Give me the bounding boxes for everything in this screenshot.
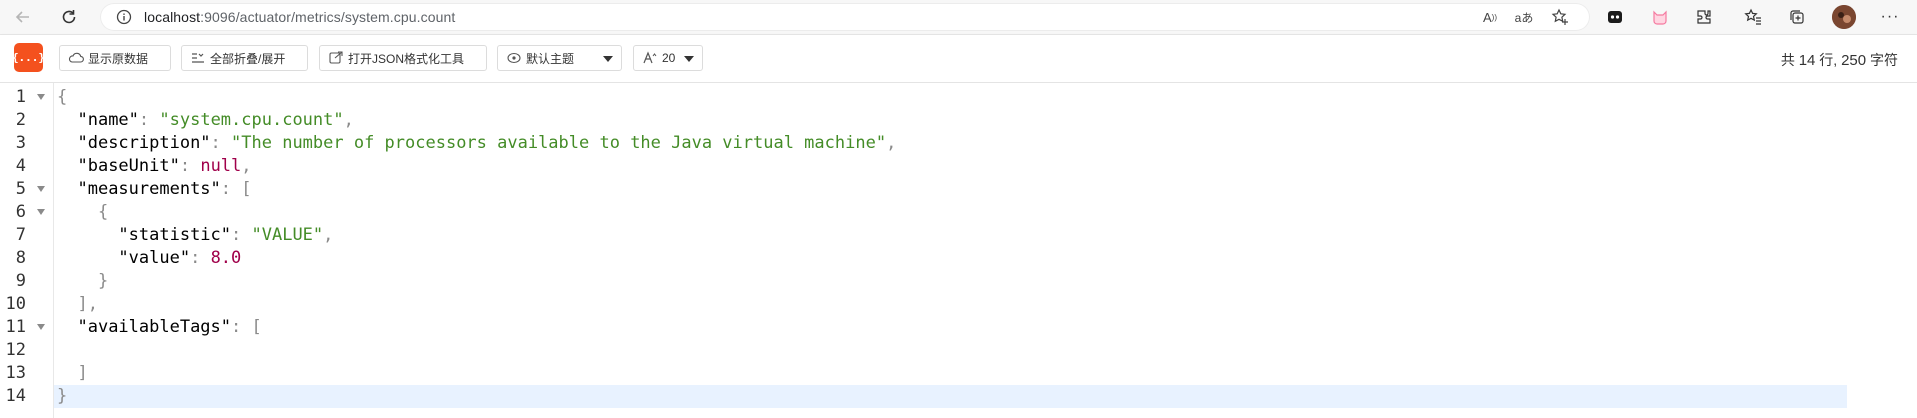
brace-close: } (97, 271, 109, 291)
code-line: 1 { (0, 86, 1917, 109)
code-line: 7 "statistic": "VALUE", (0, 224, 1917, 247)
line-number: 2 (15, 110, 26, 130)
json-key: "availableTags" (77, 317, 232, 337)
json-editor[interactable]: 1 { 2 "name": "system.cpu.count", 3 "des… (0, 83, 1917, 418)
fold-toggle-icon[interactable] (37, 94, 45, 100)
json-key: "measurements" (77, 179, 221, 199)
font-size-label: 20 (662, 51, 676, 65)
code-line: 8 "value": 8.0 (0, 247, 1917, 270)
theme-icon (507, 52, 521, 64)
extension-app-icon[interactable] (1605, 7, 1625, 27)
fold-all-label: 全部折叠/展开 (210, 51, 286, 66)
code-line: 13 ] (0, 362, 1917, 385)
line-number: 14 (5, 386, 26, 406)
extension-cat-icon[interactable] (1650, 7, 1670, 27)
browser-toolbar: localhost:9096/actuator/metrics/system.c… (0, 0, 1917, 35)
line-number: 1 (15, 87, 26, 107)
reload-icon (62, 10, 76, 24)
open-json-tool-label: 打开JSON格式化工具 (348, 51, 465, 66)
external-open-icon (329, 51, 343, 64)
active-line-highlight (54, 385, 1847, 408)
code-line: 10 ], (0, 293, 1917, 316)
url-text[interactable]: localhost:9096/actuator/metrics/system.c… (144, 9, 455, 25)
translate-icon[interactable]: aあ (1514, 8, 1534, 26)
fold-toggle-icon[interactable] (37, 186, 45, 192)
line-number: 8 (15, 248, 26, 268)
back-button[interactable] (9, 3, 37, 31)
bracket-open: [ (251, 317, 262, 337)
json-string-value: "VALUE" (251, 225, 324, 245)
code-line: 11 "availableTags": [ (0, 316, 1917, 339)
bracket-close: ] (77, 363, 88, 383)
open-json-tool-button[interactable]: 打开JSON格式化工具 (319, 45, 487, 71)
stats-char-count: 250 (1841, 52, 1867, 69)
line-number: 3 (15, 133, 26, 153)
cloud-icon (68, 52, 84, 63)
json-string-value: "The number of processors available to t… (231, 133, 887, 153)
reload-button[interactable] (55, 3, 83, 31)
line-number: 10 (5, 294, 26, 314)
font-size-select[interactable]: 20 (633, 45, 703, 71)
chevron-down-icon (684, 56, 694, 62)
info-icon[interactable] (116, 9, 132, 25)
json-null-value: null (200, 156, 242, 176)
line-number: 6 (15, 202, 26, 222)
bracket-open: [ (241, 179, 252, 199)
fold-all-button[interactable]: 全部折叠/展开 (181, 45, 308, 71)
extensions-icon[interactable] (1694, 7, 1714, 27)
url-path: :9096/actuator/metrics/system.cpu.count (200, 9, 456, 25)
json-key: "name" (77, 110, 139, 130)
bracket-close: ], (77, 294, 98, 314)
favorite-add-icon[interactable] (1550, 8, 1570, 26)
line-number: 4 (15, 156, 26, 176)
stats-line-count: 14 (1798, 52, 1816, 69)
line-number: 5 (15, 179, 26, 199)
arrow-left-icon (15, 11, 29, 23)
line-number: 9 (15, 271, 26, 291)
json-viewer-toolbar: {...} 显示原数据 全部折叠/展开 打开JSON格式化工具 默认主题 20 … (0, 35, 1917, 83)
stats-prefix: 共 (1780, 52, 1795, 68)
code-line-active: 14 } (0, 385, 1917, 408)
json-key: "statistic" (118, 225, 232, 245)
code-line: 9 } (0, 270, 1917, 293)
fold-toggle-icon[interactable] (37, 209, 45, 215)
theme-select[interactable]: 默认主题 (497, 45, 622, 71)
show-raw-button[interactable]: 显示原数据 (59, 45, 171, 71)
code-line: 6 { (0, 201, 1917, 224)
more-menu-icon[interactable]: ··· (1880, 7, 1900, 27)
address-bar[interactable]: localhost:9096/actuator/metrics/system.c… (100, 3, 1590, 31)
collections-icon[interactable] (1787, 7, 1807, 27)
brace-open: { (97, 202, 109, 222)
fold-toggle-icon[interactable] (37, 324, 45, 330)
json-string-value: "system.cpu.count" (159, 110, 344, 130)
json-key: "value" (118, 248, 191, 268)
url-host: localhost (144, 9, 201, 25)
document-stats: 共 14 行, 250 字符 (1781, 50, 1898, 70)
json-key: "description" (77, 133, 211, 153)
show-raw-label: 显示原数据 (88, 51, 149, 66)
line-number: 13 (5, 363, 26, 383)
line-number: 12 (5, 340, 26, 360)
chevron-down-icon (603, 56, 613, 62)
json-key: "baseUnit" (77, 156, 180, 176)
fold-icon (192, 53, 204, 63)
code-line: 4 "baseUnit": null, (0, 155, 1917, 178)
stats-lines-unit: 行, (1819, 52, 1838, 68)
line-number: 7 (15, 225, 26, 245)
brace-close: } (57, 386, 68, 406)
app-logo[interactable]: {...} (12, 43, 45, 72)
font-size-icon (643, 51, 657, 64)
code-line: 5 "measurements": [ (0, 178, 1917, 201)
brace-open: { (57, 87, 68, 107)
json-number-value: 8.0 (210, 248, 242, 268)
stats-chars-unit: 字符 (1870, 52, 1898, 68)
code-line: 12 (0, 339, 1917, 362)
avatar[interactable] (1832, 5, 1856, 29)
code-line: 2 "name": "system.cpu.count", (0, 109, 1917, 132)
read-aloud-icon[interactable]: A)) (1480, 8, 1500, 26)
code-line: 3 "description": "The number of processo… (0, 132, 1917, 155)
line-number: 11 (5, 317, 26, 337)
favorites-icon[interactable] (1743, 7, 1763, 27)
theme-label: 默认主题 (526, 51, 575, 66)
